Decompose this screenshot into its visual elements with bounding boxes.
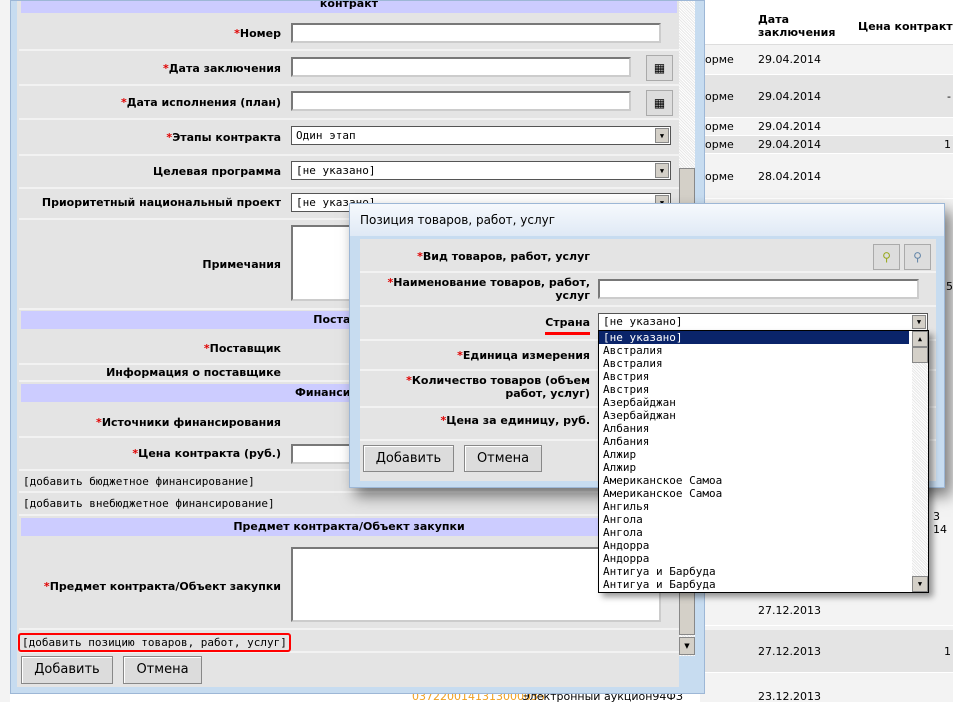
stages-select[interactable]: Один этап ▼ xyxy=(291,126,671,145)
country-option[interactable]: Андорра xyxy=(599,552,928,565)
country-label: Страна xyxy=(545,316,590,335)
country-option[interactable]: Австралия xyxy=(599,357,928,370)
country-option[interactable]: Американское Самоа xyxy=(599,474,928,487)
country-option[interactable]: Ангола xyxy=(599,526,928,539)
table-row: орме 28.04.2014 xyxy=(700,154,953,199)
execution-date-input[interactable] xyxy=(291,91,631,111)
section-contract: контракт xyxy=(21,1,677,13)
dropdown-scrollbar[interactable]: ▲ ▼ xyxy=(912,331,928,592)
dialog-title: Позиция товаров, работ, услуг xyxy=(350,204,944,236)
scroll-up-arrow-icon[interactable]: ▲ xyxy=(912,331,928,347)
country-option[interactable]: Азербайджан xyxy=(599,409,928,422)
table-row: орме 29.04.2014 1 xyxy=(700,136,953,154)
name-input[interactable] xyxy=(598,279,919,299)
chevron-down-icon: ▼ xyxy=(655,128,669,143)
chevron-down-icon: ▼ xyxy=(912,315,926,329)
country-option[interactable]: Ангилья xyxy=(599,500,928,513)
column-header-price[interactable]: Цена контракт xyxy=(858,20,953,33)
tree-icon[interactable]: ⚲ xyxy=(873,244,900,270)
scroll-down-arrow-icon[interactable]: ▼ xyxy=(679,637,695,655)
country-option[interactable]: Албания xyxy=(599,422,928,435)
country-option[interactable]: Андорра xyxy=(599,539,928,552)
scroll-down-arrow-icon[interactable]: ▼ xyxy=(912,576,928,592)
add-budget-link[interactable]: [добавить бюджетное финансирование] xyxy=(23,475,255,488)
country-option[interactable]: Албания xyxy=(599,435,928,448)
add-position-link[interactable]: [добавить позицию товаров, работ, услуг] xyxy=(18,633,291,652)
table-row: орме 29.04.2014- xyxy=(700,75,953,118)
number-input[interactable] xyxy=(291,23,661,43)
calendar-icon[interactable]: ▦ xyxy=(646,90,673,116)
country-dropdown-list[interactable]: [не указано] Австралия Австралия Австрия Авс… xyxy=(598,330,929,593)
country-option[interactable]: [не указано] xyxy=(599,331,909,344)
table-row: орме 29.04.2014 xyxy=(700,44,953,75)
cancel-button[interactable]: Отмена xyxy=(123,656,202,684)
target-program-select[interactable]: [не указано] ▼ xyxy=(291,161,671,180)
calendar-icon[interactable]: ▦ xyxy=(646,55,673,81)
country-select[interactable]: [не указано] ▼ xyxy=(598,313,928,331)
country-option[interactable]: Американское Самоа xyxy=(599,487,928,500)
table-row: 27.12.2013 xyxy=(700,595,953,626)
search-icon[interactable]: ⚲ xyxy=(904,244,931,270)
conclusion-date-input[interactable] xyxy=(291,57,631,77)
table-row: 27.12.2013 1 xyxy=(700,630,953,673)
country-option[interactable]: Австрия xyxy=(599,370,928,383)
country-option[interactable]: Алжир xyxy=(599,461,928,474)
chevron-down-icon: ▼ xyxy=(655,163,669,178)
add-button[interactable]: Добавить xyxy=(21,656,113,684)
country-option[interactable]: Азербайджан xyxy=(599,396,928,409)
country-option[interactable]: Антигуа и Барбуда xyxy=(599,578,928,591)
dialog-cancel-button[interactable]: Отмена xyxy=(464,445,542,472)
dialog-add-button[interactable]: Добавить xyxy=(363,445,454,472)
country-option[interactable]: Австрия xyxy=(599,383,928,396)
country-option[interactable]: Алжир xyxy=(599,448,928,461)
table-row: орме 29.04.2014 xyxy=(700,118,953,136)
country-option[interactable]: Ангола xyxy=(599,513,928,526)
scrollbar-thumb[interactable] xyxy=(912,347,928,363)
add-extrabudget-link[interactable]: [добавить внебюджетное финансирование] xyxy=(23,497,275,510)
country-option[interactable]: Антигуа и Барбуда xyxy=(599,565,928,578)
country-option[interactable]: Австралия xyxy=(599,344,928,357)
column-header-date[interactable]: Дата заключения xyxy=(758,13,838,39)
